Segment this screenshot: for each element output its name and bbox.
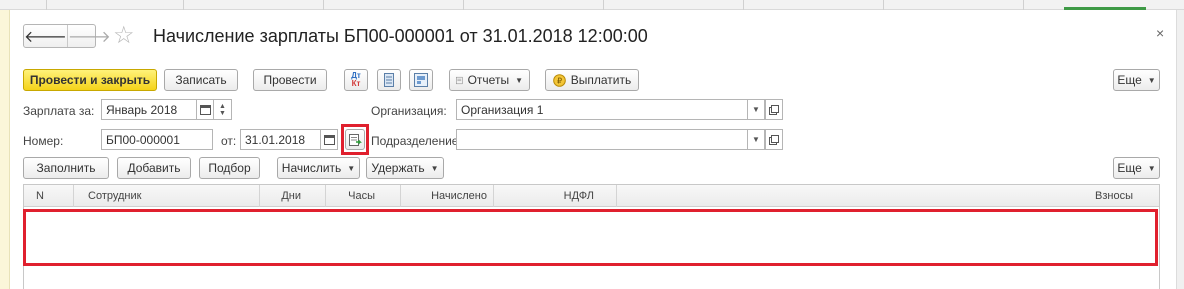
division-open-button[interactable] <box>765 129 783 150</box>
date-field[interactable]: 31.01.2018 <box>240 129 321 150</box>
spin-up-icon[interactable]: ▲ <box>219 103 226 110</box>
accrue-label: Начислить <box>281 161 342 175</box>
division-dropdown-button[interactable]: ▼ <box>747 129 765 150</box>
tab-separator <box>883 0 884 10</box>
chevron-down-icon: ▼ <box>515 75 523 85</box>
active-tab-indicator[interactable] <box>1064 7 1146 10</box>
tab-separator <box>1023 0 1024 10</box>
more-label: Еще <box>1117 161 1142 175</box>
report-icon <box>456 76 463 84</box>
withhold-label: Удержать <box>371 161 425 175</box>
column-header-hours[interactable]: Часы <box>326 185 401 207</box>
table-structure-icon <box>414 73 428 87</box>
table-header: N Сотрудник Дни Часы Начислено НДФЛ Взно… <box>24 185 1159 207</box>
withhold-menu-button[interactable]: Удержать ▼ <box>366 157 444 179</box>
tab-separator <box>463 0 464 10</box>
column-header-accrued[interactable]: Начислено <box>401 185 494 207</box>
pay-button[interactable]: ₽ Выплатить <box>545 69 639 91</box>
document-icon <box>384 73 394 87</box>
spin-down-icon[interactable]: ▼ <box>219 110 226 117</box>
chevron-down-icon: ▼ <box>752 135 760 144</box>
column-header-days[interactable]: Дни <box>260 185 326 207</box>
close-icon[interactable]: × <box>1156 25 1164 41</box>
tab-separator <box>183 0 184 10</box>
back-button[interactable]: 🡐 <box>24 25 67 47</box>
organization-open-button[interactable] <box>765 99 783 120</box>
edit-number-button[interactable] <box>345 129 365 150</box>
page-title: Начисление зарплаты БП00-000001 от 31.01… <box>153 26 648 46</box>
reports-menu-button[interactable]: Отчеты ▼ <box>449 69 530 91</box>
organization-dropdown-button[interactable]: ▼ <box>747 99 765 120</box>
calendar-button[interactable] <box>196 99 214 120</box>
select-button[interactable]: Подбор <box>199 157 260 179</box>
post-button[interactable]: Провести <box>253 69 327 91</box>
organization-field[interactable]: Организация 1 <box>456 99 748 120</box>
save-button[interactable]: Записать <box>164 69 238 91</box>
scrollbar[interactable] <box>1176 10 1184 289</box>
forward-button[interactable]: 🡒 <box>66 25 111 47</box>
column-header-n[interactable]: N <box>24 185 74 207</box>
more-actions-button[interactable]: Еще ▼ <box>1113 69 1160 91</box>
tab-separator <box>46 0 47 10</box>
post-and-close-button[interactable]: Провести и закрыть <box>23 69 157 91</box>
left-panel-edge <box>0 10 10 289</box>
date-label: от: <box>221 134 237 148</box>
svg-text:₽: ₽ <box>557 76 562 85</box>
column-header-employee[interactable]: Сотрудник <box>74 185 260 207</box>
tab-separator <box>743 0 744 10</box>
open-window-icon <box>769 134 779 145</box>
chevron-down-icon: ▼ <box>347 163 356 173</box>
chevron-down-icon: ▼ <box>1147 163 1156 173</box>
period-spinner[interactable]: ▲ ▼ <box>213 99 232 120</box>
column-header-ndfl[interactable]: НДФЛ <box>494 185 617 207</box>
division-field[interactable] <box>456 129 748 150</box>
reports-label: Отчеты <box>467 73 510 87</box>
number-field[interactable]: БП00-000001 <box>101 129 213 150</box>
favorite-star-icon[interactable]: ☆ <box>113 23 135 49</box>
organization-label: Организация: <box>371 104 447 118</box>
table-more-button[interactable]: Еще ▼ <box>1113 157 1160 179</box>
column-header-contributions[interactable]: Взносы <box>617 185 1159 207</box>
fill-button[interactable]: Заполнить <box>23 157 109 179</box>
document-arrow-icon <box>348 133 362 146</box>
accrue-menu-button[interactable]: Начислить ▼ <box>277 157 360 179</box>
division-label: Подразделение: <box>371 134 462 148</box>
add-row-button[interactable]: Добавить <box>117 157 191 179</box>
calendar-icon <box>323 135 335 145</box>
print-form-button[interactable] <box>377 69 401 91</box>
open-window-icon <box>769 104 779 115</box>
more-label: Еще <box>1117 73 1142 87</box>
top-tab-strip <box>0 0 1184 10</box>
chevron-down-icon: ▼ <box>1147 75 1156 85</box>
salary-period-field[interactable]: Январь 2018 <box>101 99 197 120</box>
date-calendar-button[interactable] <box>320 129 338 150</box>
tab-separator <box>323 0 324 10</box>
table-body-highlight <box>23 209 1158 266</box>
pay-label: Выплатить <box>570 73 632 87</box>
calendar-icon <box>199 105 211 115</box>
dt-kt-postings-button[interactable]: Дт Кт <box>344 69 368 91</box>
chevron-down-icon: ▼ <box>752 105 760 114</box>
history-navigation: 🡐 🡒 <box>23 24 111 48</box>
structure-button[interactable] <box>409 69 433 91</box>
dt-kt-icon: Дт Кт <box>351 71 361 88</box>
salary-period-label: Зарплата за: <box>23 104 95 118</box>
tab-separator <box>603 0 604 10</box>
coin-icon: ₽ <box>552 73 566 87</box>
number-label: Номер: <box>23 134 64 148</box>
chevron-down-icon: ▼ <box>430 163 439 173</box>
